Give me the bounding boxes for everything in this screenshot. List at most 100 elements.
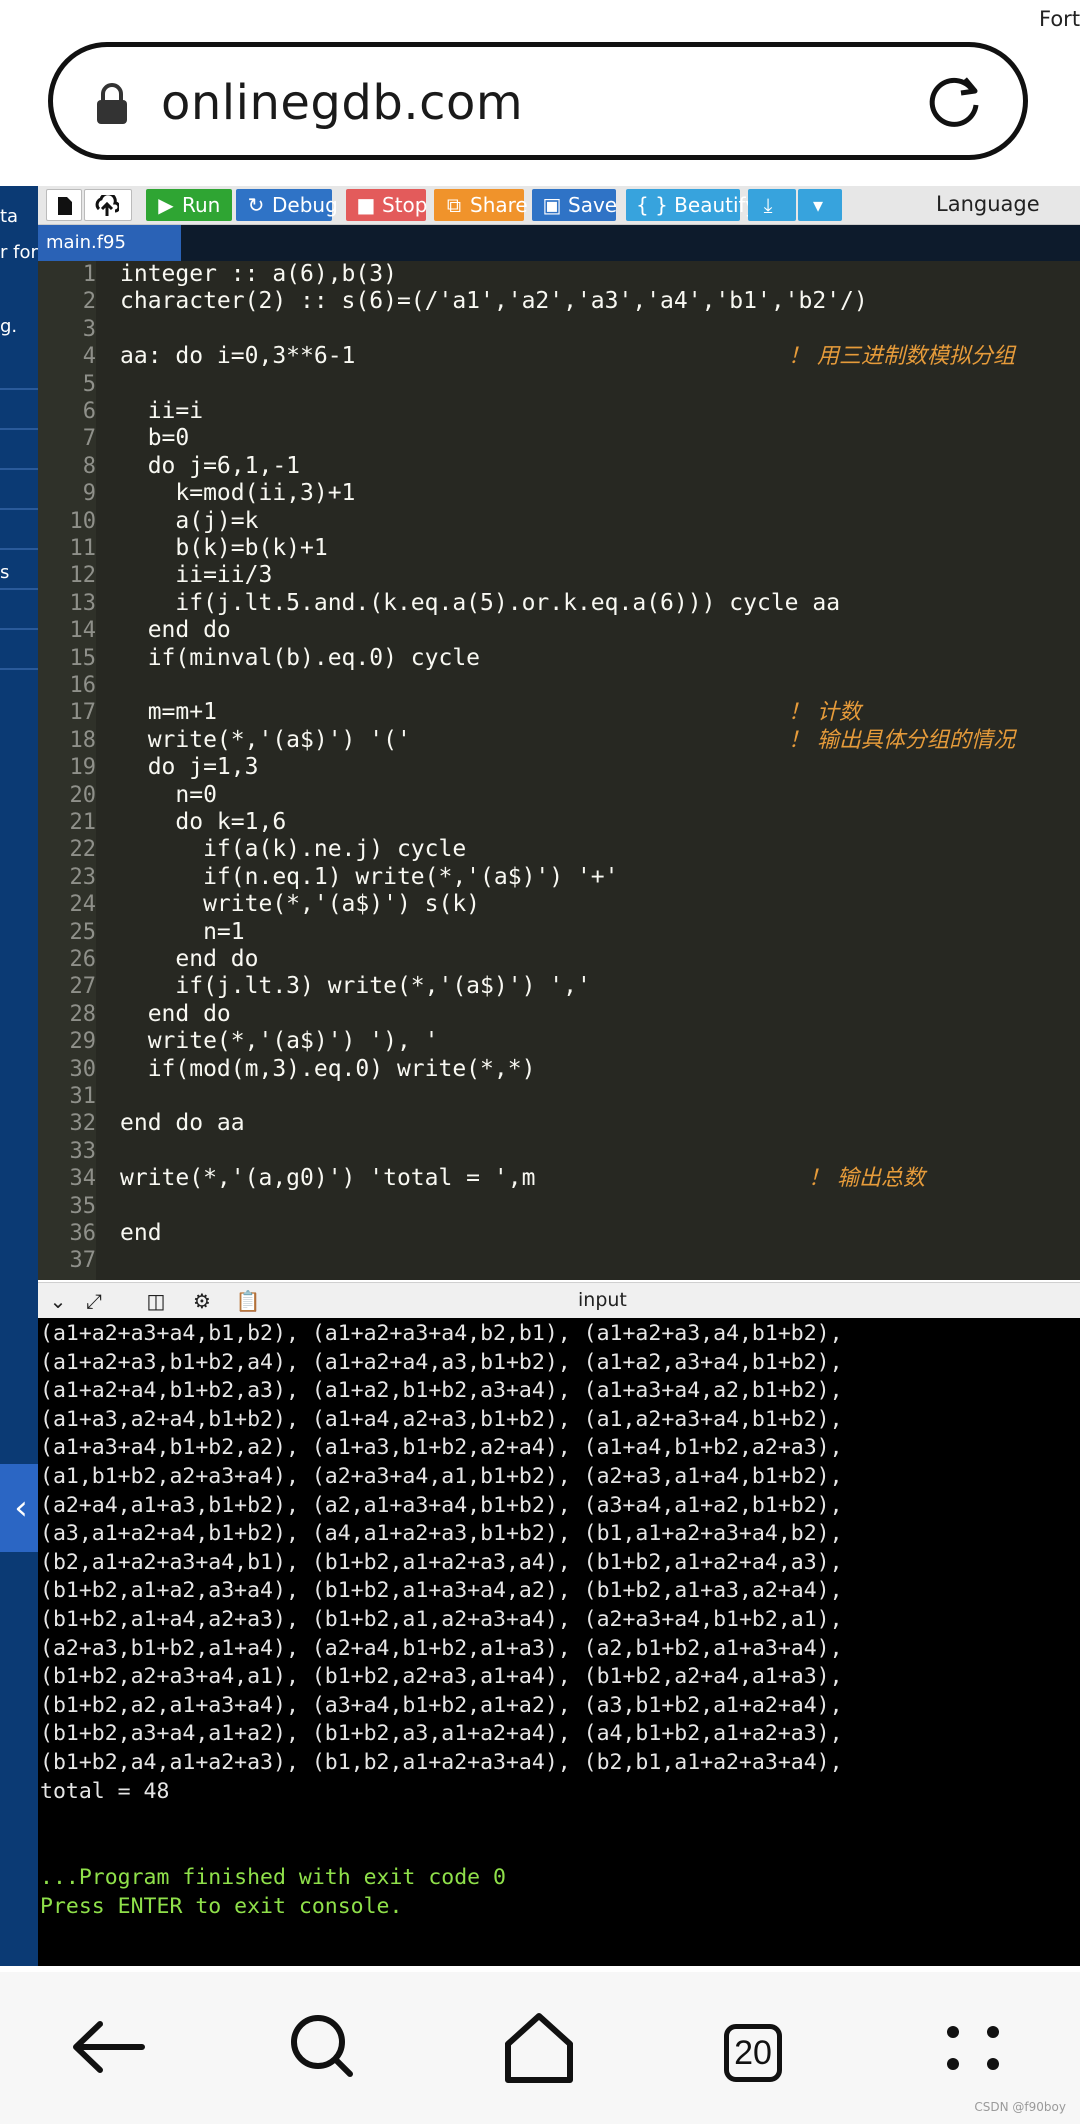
home-icon[interactable]: [494, 2002, 584, 2092]
console-output[interactable]: (a1+a2+a3+a4,b1,b2), (a1+a2+a3+a4,b2,b1)…: [38, 1318, 1080, 1966]
code-line[interactable]: 13 if(j.lt.5.and.(k.eq.a(5).or.k.eq.a(6)…: [38, 590, 1080, 617]
code-text: b=0: [120, 425, 190, 452]
debug-button[interactable]: ↻ Debug: [236, 189, 338, 221]
code-line[interactable]: 2 character(2) :: s(6)=(/'a1','a2','a3','…: [38, 288, 1080, 315]
line-number: 30: [69, 1056, 97, 1082]
input-tab-label[interactable]: input: [578, 1289, 627, 1311]
code-line[interactable]: 30 if(mod(m,3).eq.0) write(*,*): [38, 1056, 1080, 1083]
line-number: 28: [69, 1001, 97, 1027]
code-line[interactable]: 22 if(a(k).ne.j) cycle: [38, 836, 1080, 863]
file-tab-bar: main.f95: [38, 225, 1080, 261]
code-line[interactable]: 7 b=0: [38, 425, 1080, 452]
code-line[interactable]: 20 n=0: [38, 782, 1080, 809]
sidebar-fragment: r for: [0, 242, 38, 263]
code-line[interactable]: 36 end: [38, 1220, 1080, 1247]
code-line[interactable]: 18 write(*,'(a$)') '(' ！ 输出具体分组的情况: [38, 727, 1080, 754]
share-label: Share: [470, 193, 528, 217]
line-number: 32: [69, 1111, 97, 1137]
code-text: if(n.eq.1) write(*,'(a$)') '+': [120, 863, 619, 890]
save-button[interactable]: ▣ Save: [532, 189, 618, 221]
console-line: (a1+a3,a2+a4,b1+b2), (a1+a4,a2+a3,b1+b2)…: [40, 1406, 843, 1432]
code-line[interactable]: 28 end do: [38, 1001, 1080, 1028]
code-line[interactable]: 29 write(*,'(a$)') '), ': [38, 1028, 1080, 1055]
code-line[interactable]: 6 ii=i: [38, 398, 1080, 425]
code-line[interactable]: 33: [38, 1138, 1080, 1165]
sidebar-divider: [0, 548, 38, 550]
code-line[interactable]: 23 if(n.eq.1) write(*,'(a$)') '+': [38, 864, 1080, 891]
line-number: 31: [69, 1084, 97, 1109]
code-line[interactable]: 5: [38, 371, 1080, 398]
address-bar[interactable]: onlinegdb.com: [48, 42, 1028, 160]
code-line[interactable]: 24 write(*,'(a$)') s(k): [38, 891, 1080, 918]
code-line[interactable]: 3: [38, 316, 1080, 343]
code-line[interactable]: 14 end do: [38, 617, 1080, 644]
chevron-left-icon[interactable]: ‹: [8, 1466, 34, 1550]
line-number: 3: [82, 316, 96, 342]
console-line: (b1+b2,a3+a4,a1+a2), (b1+b2,a3,a1+a2+a4)…: [40, 1721, 843, 1747]
code-line[interactable]: 9 k=mod(ii,3)+1: [38, 480, 1080, 507]
url-text[interactable]: onlinegdb.com: [161, 75, 523, 131]
stop-button[interactable]: ■ Stop: [346, 189, 428, 221]
line-number: 8: [82, 453, 96, 479]
code-line[interactable]: 4 aa: do i=0,3**6-1 ！ 用三进制数模拟分组: [38, 343, 1080, 370]
code-text: character(2) :: s(6)=(/'a1','a2','a3','a…: [120, 288, 868, 315]
new-file-button[interactable]: [46, 189, 82, 221]
chevron-down-icon[interactable]: ⌄: [44, 1287, 72, 1315]
watermark: CSDN @f90boy: [974, 2100, 1066, 2114]
code-line[interactable]: 16: [38, 672, 1080, 699]
save-label: Save: [568, 193, 618, 217]
download-button[interactable]: ⤓: [748, 189, 796, 221]
stop-label: Stop: [382, 193, 428, 217]
run-button[interactable]: ▶ Run: [146, 189, 232, 221]
line-number: 1: [82, 262, 96, 287]
line-number: 27: [69, 974, 97, 1000]
code-line[interactable]: 31: [38, 1083, 1080, 1110]
line-number: 16: [69, 673, 97, 698]
line-number: 26: [69, 947, 97, 972]
code-line[interactable]: 19 do j=1,3: [38, 754, 1080, 781]
code-line[interactable]: 25 n=1: [38, 919, 1080, 946]
tab-switcher-button[interactable]: 20: [724, 2024, 782, 2082]
chevron-down-icon: ▾: [812, 193, 824, 217]
gear-icon[interactable]: ⚙: [188, 1287, 216, 1315]
beautify-button[interactable]: { } Beautify: [626, 189, 757, 221]
search-icon[interactable]: [278, 2002, 368, 2092]
tab-main-f95[interactable]: main.f95: [38, 225, 181, 261]
code-text: if(minval(b).eq.0) cycle: [120, 644, 481, 671]
code-line[interactable]: 32 end do aa: [38, 1110, 1080, 1137]
layout-icon[interactable]: ◫: [142, 1287, 170, 1315]
clipboard-icon[interactable]: 📋: [234, 1287, 262, 1315]
run-label: Run: [182, 193, 221, 217]
line-number: 5: [82, 371, 96, 397]
code-line[interactable]: 12 ii=ii/3: [38, 562, 1080, 589]
line-number: 33: [69, 1138, 97, 1164]
download-dropdown-button[interactable]: ▾: [798, 189, 842, 221]
language-select[interactable]: Fort: [1033, 4, 1080, 34]
console-line: total = 48: [40, 1778, 170, 1804]
code-line[interactable]: 11 b(k)=b(k)+1: [38, 535, 1080, 562]
code-line[interactable]: 1 integer :: a(6),b(3): [38, 261, 1080, 288]
code-line[interactable]: 10 a(j)=k: [38, 508, 1080, 535]
expand-icon[interactable]: ⤢: [80, 1287, 108, 1315]
code-line[interactable]: 27 if(j.lt.3) write(*,'(a$)') ',': [38, 973, 1080, 1000]
code-editor[interactable]: 1 integer :: a(6),b(3) 2 character(2) :: s(…: [38, 261, 1080, 1280]
more-dots-icon[interactable]: [928, 2002, 1018, 2092]
upload-icon: [95, 192, 121, 216]
code-line[interactable]: 26 end do: [38, 946, 1080, 973]
code-line[interactable]: 21 do k=1,6: [38, 809, 1080, 836]
toolbar: ▶ Run ↻ Debug ■ Stop ⧉ Share ▣ Save { } Beaut…: [38, 186, 1080, 225]
console-line: (a2+a3,b1+b2,a1+a4), (a2+a4,b1+b2,a1+a3)…: [40, 1635, 843, 1661]
code-line[interactable]: 34 write(*,'(a,g0)') 'total = ',m ！ 输出总数: [38, 1165, 1080, 1192]
code-text: n=1: [120, 918, 245, 945]
code-line[interactable]: 8 do j=6,1,-1: [38, 453, 1080, 480]
upload-button[interactable]: [84, 189, 132, 221]
code-text: ii=i: [120, 398, 204, 424]
console-line: (b1+b2,a1+a2,a3+a4), (b1+b2,a1+a3+a4,a2)…: [40, 1578, 843, 1604]
share-button[interactable]: ⧉ Share: [434, 189, 528, 221]
reload-icon[interactable]: [923, 69, 985, 131]
code-line[interactable]: 15 if(minval(b).eq.0) cycle: [38, 645, 1080, 672]
code-line[interactable]: 17 m=m+1 ！ 计数: [38, 699, 1080, 726]
code-line[interactable]: 37: [38, 1247, 1080, 1274]
back-arrow-icon[interactable]: [62, 2002, 152, 2092]
code-line[interactable]: 35: [38, 1193, 1080, 1220]
